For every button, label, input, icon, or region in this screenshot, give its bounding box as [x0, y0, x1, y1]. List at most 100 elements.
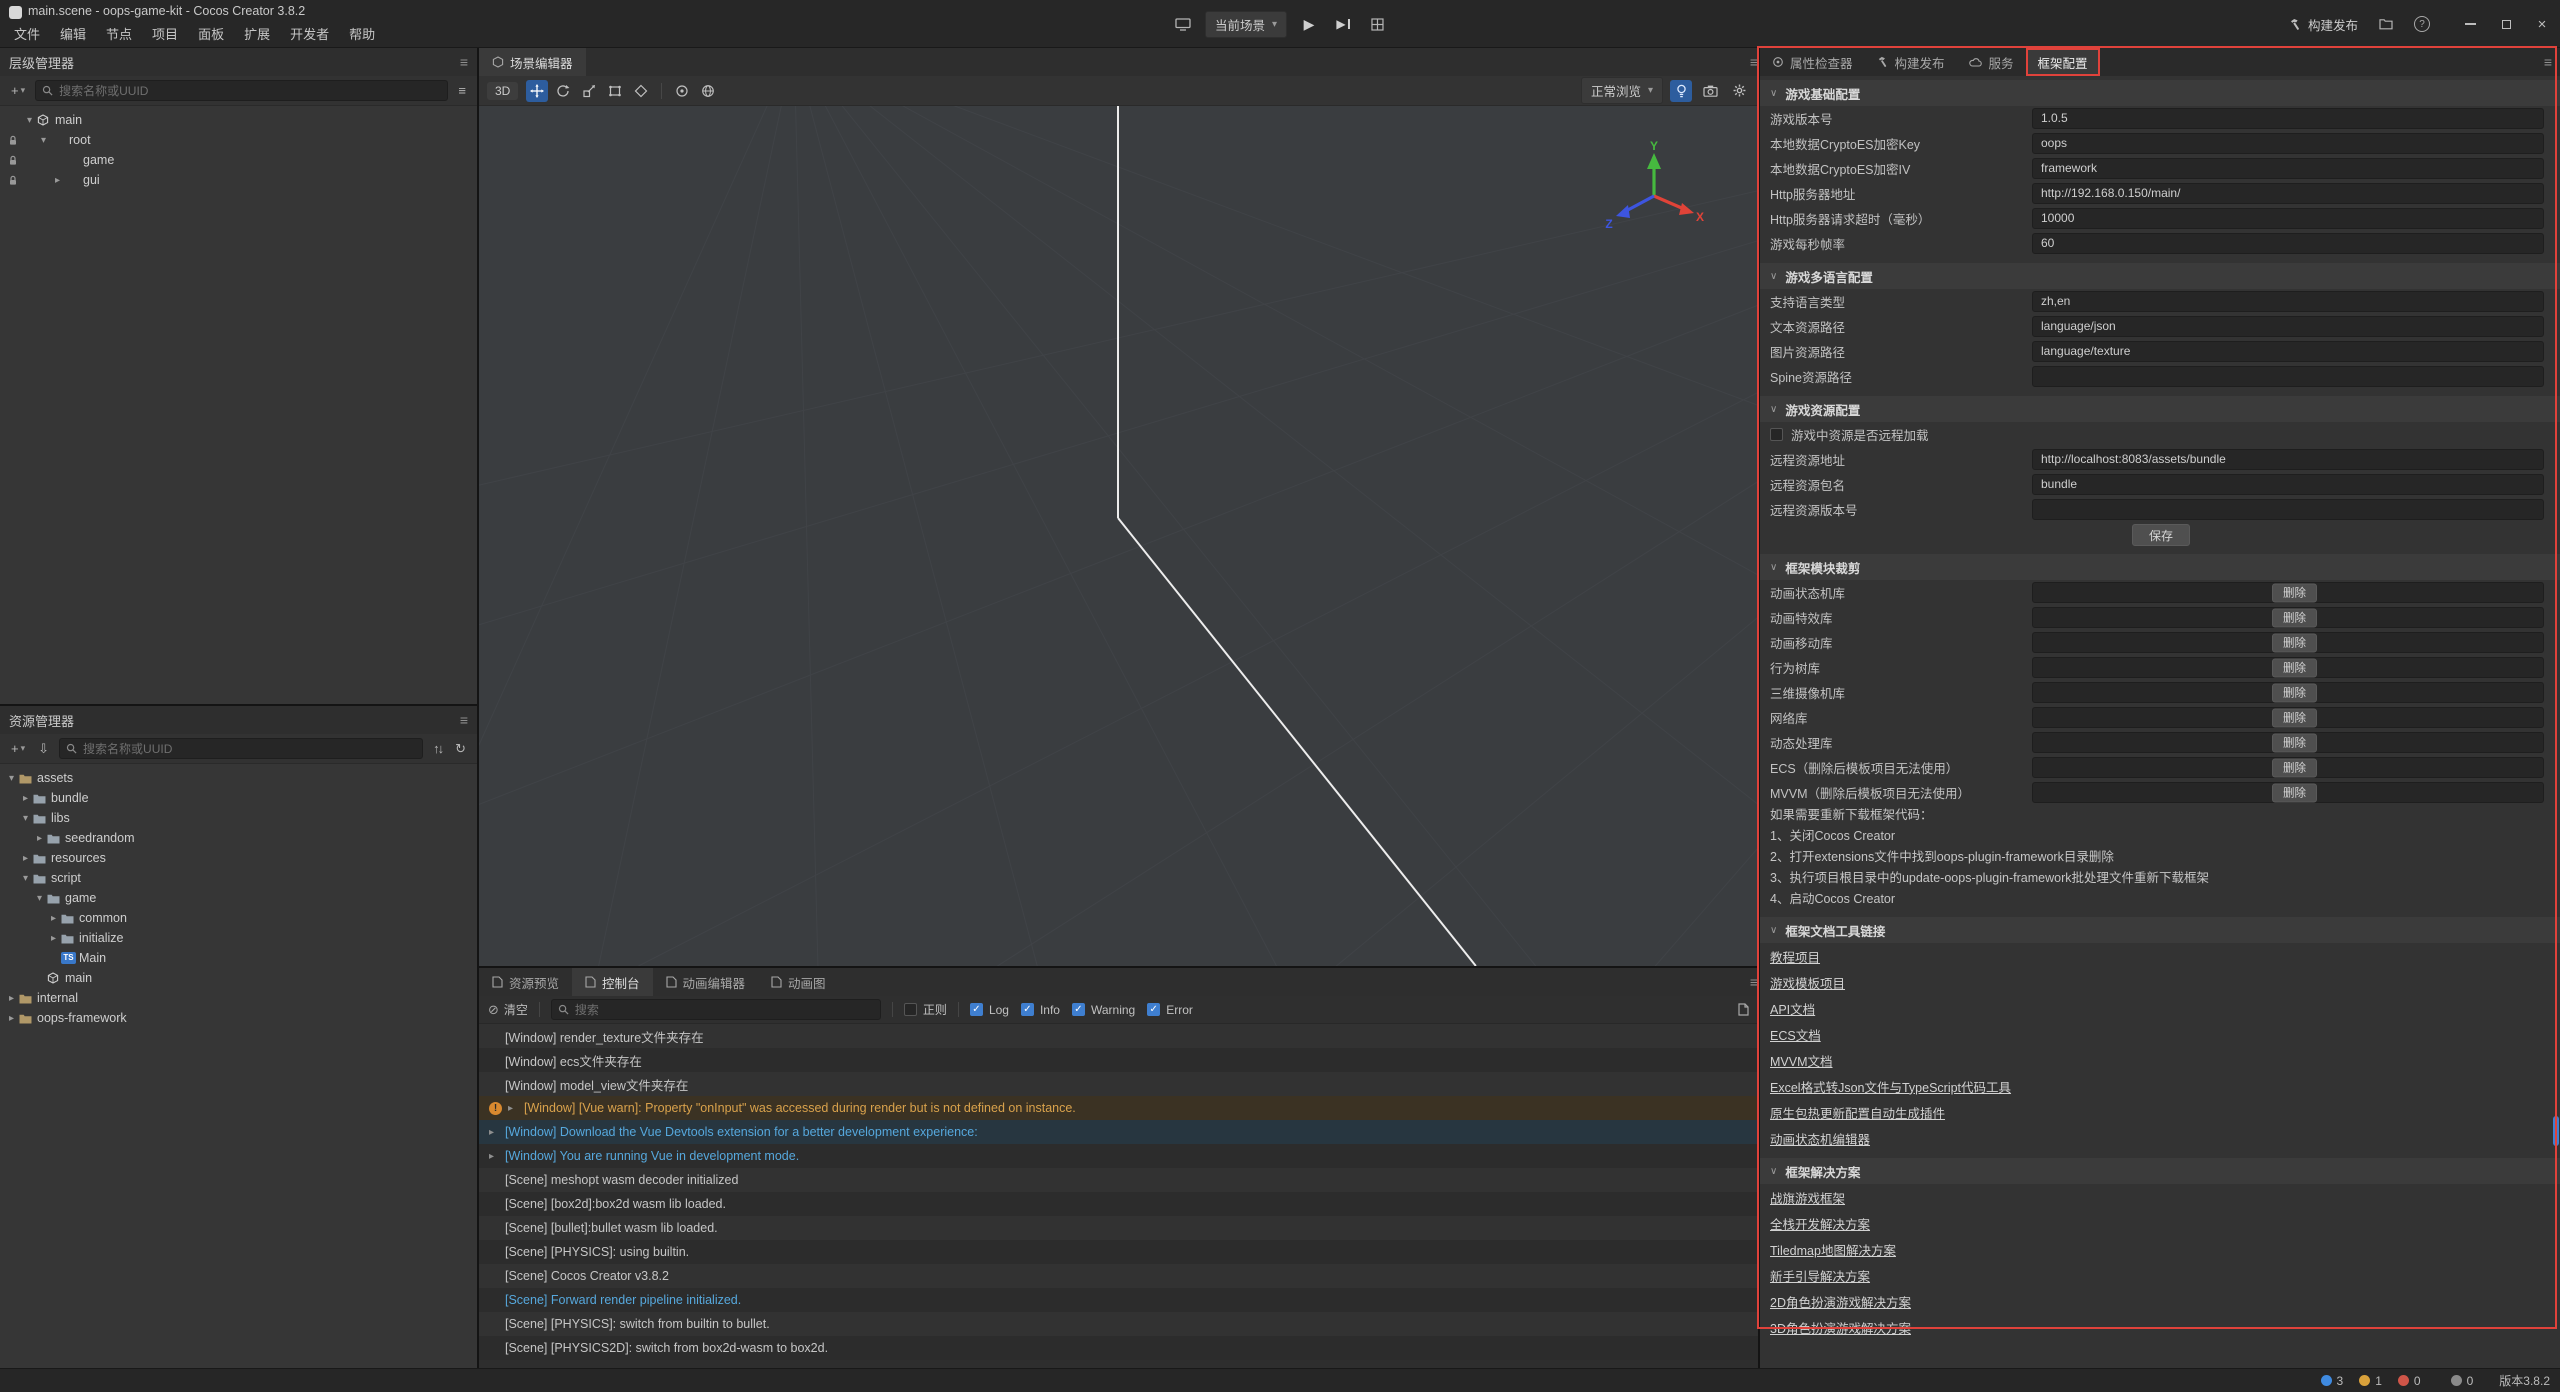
hierarchy-searchbox[interactable]	[35, 80, 448, 101]
tab-console[interactable]: 控制台	[572, 968, 653, 996]
tree-node-seedrandom[interactable]: ▸seedrandom	[0, 828, 477, 848]
tree-node-bundle[interactable]: ▸bundle	[0, 788, 477, 808]
console-searchbox[interactable]	[551, 999, 881, 1020]
link[interactable]: 全栈开发解决方案	[1770, 1214, 1870, 1233]
tree-toggle-icon[interactable]: ▸	[46, 933, 61, 944]
scale-tool-button[interactable]	[578, 80, 600, 102]
menu-item[interactable]: 帮助	[339, 21, 385, 46]
hierarchy-create-button[interactable]: +▾	[8, 83, 28, 98]
link[interactable]: 战旗游戏框架	[1770, 1188, 1845, 1207]
minimize-button[interactable]	[2452, 0, 2488, 48]
tree-toggle-icon[interactable]: ▾	[18, 873, 33, 884]
move-tool-button[interactable]	[526, 80, 548, 102]
link[interactable]: Excel格式转Json文件与TypeScript代码工具	[1770, 1077, 2011, 1096]
section-header[interactable]: ∨游戏多语言配置	[1760, 263, 2560, 289]
section-header[interactable]: ∨框架解决方案	[1760, 1158, 2560, 1184]
tree-toggle-icon[interactable]: ▸	[18, 793, 33, 804]
menu-item[interactable]: 编辑	[50, 21, 96, 46]
text-input[interactable]: http://192.168.0.150/main/	[2032, 183, 2544, 204]
tree-toggle-icon[interactable]: ▾	[18, 813, 33, 824]
delete-button[interactable]: 删除	[2272, 608, 2317, 627]
delete-button[interactable]: 删除	[2272, 633, 2317, 652]
log-row[interactable]: [Scene] [bullet]:bullet wasm lib loaded.	[479, 1216, 1758, 1240]
tree-node-assets[interactable]: ▾assets	[0, 768, 477, 788]
rotate-tool-button[interactable]	[552, 80, 574, 102]
delete-button[interactable]: 删除	[2272, 733, 2317, 752]
link[interactable]: 2D角色扮演游戏解决方案	[1770, 1292, 1911, 1311]
log-row[interactable]: ▸[Window] Download the Vue Devtools exte…	[479, 1120, 1758, 1144]
coordinate-space-button[interactable]	[697, 80, 719, 102]
tree-toggle-icon[interactable]: ▾	[4, 773, 19, 784]
text-input[interactable]: framework	[2032, 158, 2544, 179]
log-row[interactable]: [Scene] [PHYSICS2D]: switch from box2d-w…	[479, 1336, 1758, 1360]
info-count[interactable]: 3	[2321, 1374, 2344, 1388]
checkbox[interactable]	[1021, 1003, 1034, 1016]
log-expand-icon[interactable]: ▸	[508, 1103, 524, 1114]
link[interactable]: Tiledmap地图解决方案	[1770, 1240, 1896, 1259]
assets-search-input[interactable]	[83, 742, 416, 756]
section-header[interactable]: ∨游戏基础配置	[1760, 80, 2560, 106]
tree-toggle-icon[interactable]: ▸	[18, 853, 33, 864]
task-count[interactable]: 0	[2451, 1374, 2474, 1388]
rect-tool-button[interactable]	[604, 80, 626, 102]
checkbox[interactable]	[1072, 1003, 1085, 1016]
warning-count[interactable]: 1	[2359, 1374, 2382, 1388]
delete-button[interactable]: 删除	[2272, 683, 2317, 702]
text-input[interactable]: http://localhost:8083/assets/bundle	[2032, 449, 2544, 470]
log-row[interactable]: [Scene] Forward render pipeline initiali…	[479, 1288, 1758, 1312]
filter-error[interactable]: Error	[1147, 1003, 1193, 1017]
text-input[interactable]: zh,en	[2032, 291, 2544, 312]
section-header[interactable]: ∨框架模块裁剪	[1760, 554, 2560, 580]
tree-toggle-icon[interactable]: ▸	[32, 833, 47, 844]
scene-gizmo-settings-button[interactable]	[1728, 80, 1750, 102]
checkbox[interactable]	[970, 1003, 983, 1016]
scene-viewport[interactable]: Y X Z	[479, 106, 1758, 966]
hierarchy-filter-icon[interactable]: ≡	[455, 83, 469, 98]
assets-import-icon[interactable]: ⇩	[35, 741, 52, 757]
transform-gizmo-button[interactable]	[630, 80, 652, 102]
delete-button[interactable]: 删除	[2272, 783, 2317, 802]
link[interactable]: 原生包热更新配置自动生成插件	[1770, 1103, 1945, 1122]
regex-checkbox[interactable]	[904, 1003, 917, 1016]
filter-warning[interactable]: Warning	[1072, 1003, 1135, 1017]
open-project-folder-icon[interactable]	[2374, 12, 2398, 36]
tree-toggle-icon[interactable]: ▸	[46, 913, 61, 924]
tab-framework-config[interactable]: 框架配置	[2026, 48, 2100, 76]
error-count[interactable]: 0	[2398, 1374, 2421, 1388]
tree-node-main[interactable]: main	[0, 968, 477, 988]
view-mode-dropdown[interactable]: 正常浏览 ▾	[1581, 77, 1663, 104]
tree-node-gui[interactable]: ▸gui	[0, 170, 477, 190]
tree-node-libs[interactable]: ▾libs	[0, 808, 477, 828]
build-publish-button[interactable]: 构建发布	[2289, 15, 2358, 34]
tree-node-game[interactable]: ▾game	[0, 888, 477, 908]
tab-animation-editor[interactable]: 动画编辑器	[653, 968, 759, 996]
tree-toggle-icon[interactable]: ▾	[36, 135, 51, 146]
assets-create-button[interactable]: +▾	[8, 741, 28, 756]
menu-item[interactable]: 项目	[142, 21, 188, 46]
delete-button[interactable]: 删除	[2272, 583, 2317, 602]
text-input[interactable]: 1.0.5	[2032, 108, 2544, 129]
console-search-input[interactable]	[575, 1003, 874, 1017]
assets-searchbox[interactable]	[59, 738, 423, 759]
hierarchy-menu-icon[interactable]: ≡	[460, 54, 468, 70]
checkbox[interactable]	[1147, 1003, 1160, 1016]
text-input[interactable]	[2032, 366, 2544, 387]
log-expand-icon[interactable]: ▸	[489, 1151, 505, 1162]
section-header[interactable]: ∨框架文档工具链接	[1760, 917, 2560, 943]
camera-settings-button[interactable]	[1699, 80, 1721, 102]
help-icon[interactable]: ?	[2410, 12, 2434, 36]
maximize-button[interactable]	[2488, 0, 2524, 48]
tree-node-common[interactable]: ▸common	[0, 908, 477, 928]
tree-node-main[interactable]: ▾main	[0, 110, 477, 130]
inspector-menu-icon[interactable]: ≡	[2536, 48, 2560, 76]
log-row[interactable]: [Scene] [PHYSICS]: switch from builtin t…	[479, 1312, 1758, 1336]
menu-item[interactable]: 开发者	[280, 21, 339, 46]
tree-toggle-icon[interactable]: ▸	[50, 175, 65, 186]
menu-item[interactable]: 文件	[4, 21, 50, 46]
tree-node-resources[interactable]: ▸resources	[0, 848, 477, 868]
tree-toggle-icon[interactable]: ▾	[22, 115, 37, 126]
link[interactable]: 新手引导解决方案	[1770, 1266, 1870, 1285]
tree-node-game[interactable]: game	[0, 150, 477, 170]
remote-load-checkbox[interactable]	[1770, 428, 1783, 441]
tree-toggle-icon[interactable]: ▾	[32, 893, 47, 904]
